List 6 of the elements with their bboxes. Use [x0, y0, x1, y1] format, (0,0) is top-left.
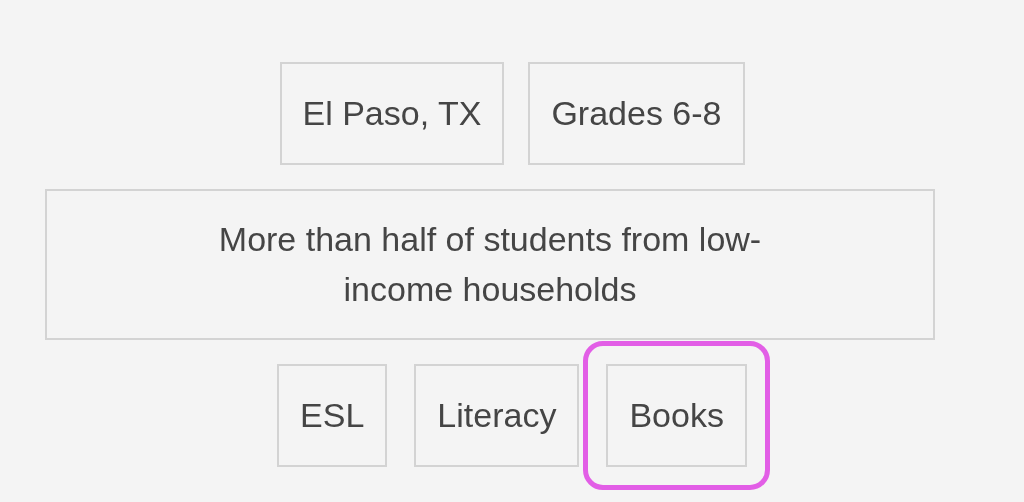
- tag-label: Books: [606, 363, 747, 468]
- tag-label: Literacy: [414, 363, 580, 468]
- tag-label: ESL: [277, 363, 388, 468]
- tag-label: El Paso, TX: [279, 62, 505, 166]
- description-text: More than half of students from low-income households: [45, 189, 935, 340]
- tag-label: Grades 6-8: [528, 62, 745, 166]
